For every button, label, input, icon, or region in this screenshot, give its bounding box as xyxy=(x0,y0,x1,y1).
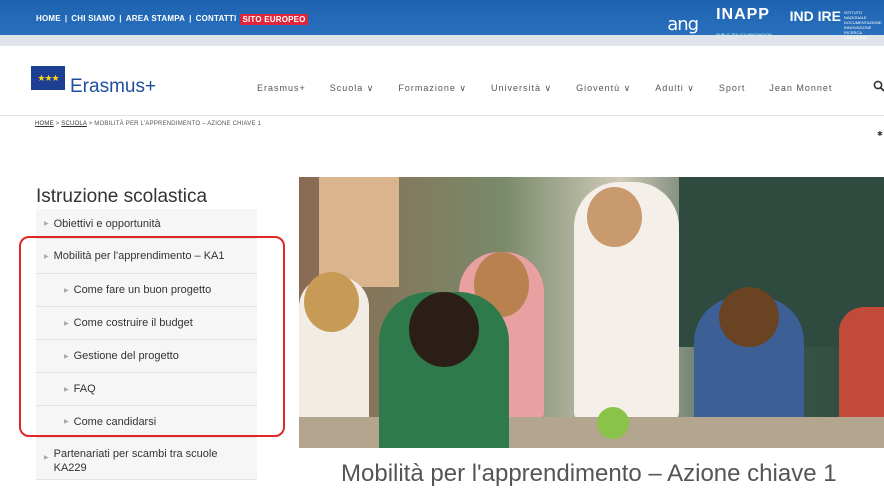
indire-logo-text: IND IRE xyxy=(789,8,841,24)
sidebar-title: Istruzione scolastica xyxy=(36,186,208,207)
link-chi-siamo[interactable]: CHI SIAMO xyxy=(71,14,115,25)
link-home[interactable]: HOME xyxy=(36,14,61,25)
hero-image xyxy=(299,177,884,448)
caret-right-icon: ▶ xyxy=(44,455,49,461)
sidebar-item-partenariati[interactable]: ▶ Partenariati per scambi tra scuole KA22… xyxy=(36,438,257,480)
search-icon[interactable] xyxy=(873,80,884,94)
sidebar-item-obiettivi[interactable]: ▶ Obiettivi e opportunità xyxy=(36,209,257,239)
sidebar-item-label: Obiettivi e opportunità xyxy=(53,217,161,230)
link-separator: | xyxy=(189,14,192,23)
brand-name[interactable]: Erasmus+ xyxy=(70,76,156,98)
nav-formazione[interactable]: Formazione ∨ xyxy=(398,83,467,94)
link-separator: | xyxy=(119,14,122,23)
link-sito-europeo[interactable]: SITO EUROPEO xyxy=(240,14,308,25)
nav-universita[interactable]: Università ∨ xyxy=(491,83,552,94)
annotation-highlight-box xyxy=(19,236,285,437)
top-bar: HOME | CHI SIAMO | AREA STAMPA | CONTATT… xyxy=(0,0,884,46)
inapp-logo-sub: PUBLIC POLICY INNOVATION xyxy=(716,32,772,37)
link-contatti[interactable]: CONTATTI xyxy=(196,14,237,25)
indire-logo[interactable]: IND IRE ISTITUTO NAZIONALE DOCUMENTAZION… xyxy=(789,8,882,40)
nav-adulti[interactable]: Adulti ∨ xyxy=(655,83,695,94)
nav-sport[interactable]: Sport xyxy=(719,83,746,94)
breadcrumb: HOME > SCUOLA > MOBILITÀ PER L'APPRENDIM… xyxy=(35,121,261,127)
nav-gioventu[interactable]: Gioventù ∨ xyxy=(576,83,631,94)
nav-scuola[interactable]: Scuola ∨ xyxy=(330,83,375,94)
inapp-logo-text: INAPP xyxy=(716,6,770,23)
ang-logo[interactable]: ang xyxy=(667,12,699,38)
indire-logo-sub: ISTITUTO NAZIONALE DOCUMENTAZIONE INNOVA… xyxy=(844,10,882,40)
page-title: Mobilità per l'apprendimento – Azione ch… xyxy=(341,460,837,487)
top-links: HOME | CHI SIAMO | AREA STAMPA | CONTATT… xyxy=(36,14,308,25)
breadcrumb-current: MOBILITÀ PER L'APPRENDIMENTO – AZIONE CH… xyxy=(94,121,262,127)
link-separator: | xyxy=(64,14,68,23)
breadcrumb-scuola[interactable]: SCUOLA xyxy=(61,121,87,127)
partner-logos: ang INAPP PUBLIC POLICY INNOVATION IND I… xyxy=(667,5,882,45)
main-nav: Erasmus+ Scuola ∨ Formazione ∨ Universit… xyxy=(257,83,832,94)
nav-erasmus[interactable]: Erasmus+ xyxy=(257,83,306,94)
inapp-logo[interactable]: INAPP PUBLIC POLICY INNOVATION xyxy=(716,5,772,45)
nav-jean-monnet[interactable]: Jean Monnet xyxy=(769,83,832,94)
breadcrumb-home[interactable]: HOME xyxy=(35,121,54,127)
caret-right-icon: ▶ xyxy=(44,221,49,227)
eu-flag-icon[interactable]: ★★★ xyxy=(31,66,65,90)
star-icon[interactable]: ✱ xyxy=(877,130,883,138)
sidebar-item-label: Partenariati per scambi tra scuole KA229 xyxy=(53,448,218,474)
link-area-stampa[interactable]: AREA STAMPA xyxy=(126,14,185,25)
